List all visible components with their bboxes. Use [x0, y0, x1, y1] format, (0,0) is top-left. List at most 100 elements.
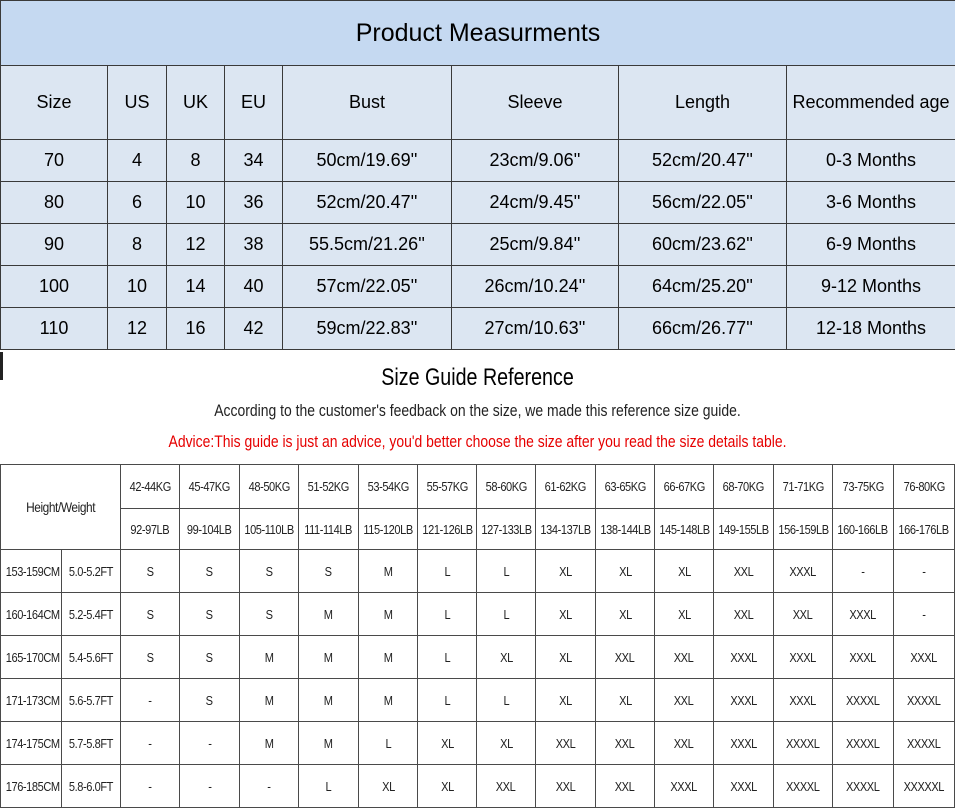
- size-cell: XL: [418, 765, 477, 808]
- column-header: Size: [1, 66, 108, 140]
- table-cell: 70: [1, 140, 108, 182]
- measurements-table: Product Measurments SizeUSUKEUBustSleeve…: [0, 0, 955, 350]
- size-cell: S: [121, 636, 180, 679]
- height-ft-cell: 5.8-6.0FT: [62, 765, 121, 808]
- size-cell: XXL: [536, 722, 596, 765]
- size-cell: M: [299, 679, 359, 722]
- size-cell-text: XXXXL: [907, 736, 941, 751]
- size-cell-text: -: [208, 779, 211, 794]
- size-cell: -: [894, 550, 955, 593]
- weight-kg-header: 51-52KG: [299, 465, 359, 509]
- size-cell: L: [477, 593, 536, 636]
- size-cell-text: S: [206, 607, 213, 622]
- size-cell: L: [477, 550, 536, 593]
- size-cell: S: [240, 593, 299, 636]
- height-weight-header: Height/Weight: [1, 465, 121, 550]
- size-cell-text: L: [444, 564, 450, 579]
- size-cell: S: [121, 550, 180, 593]
- size-cell: XXXXL: [833, 722, 894, 765]
- weight-lb-header: 149-155LB: [714, 509, 774, 550]
- table-cell: 0-3 Months: [787, 140, 955, 182]
- size-cell-text: XXXL: [790, 650, 817, 665]
- size-cell: M: [299, 593, 359, 636]
- weight-lb-row: 92-97LB99-104LB105-110LB111-114LB115-120…: [1, 509, 955, 550]
- size-cell-text: XL: [559, 650, 572, 665]
- size-cell: -: [121, 765, 180, 808]
- weight-kg-header-text: 42-44KG: [129, 479, 170, 494]
- size-cell-text: L: [326, 779, 332, 794]
- weight-lb-header-text: 111-114LB: [305, 522, 353, 537]
- height-ft-cell-text: 5.7-5.8FT: [69, 736, 113, 751]
- size-cell-text: S: [206, 693, 213, 708]
- size-cell-text: M: [324, 650, 333, 665]
- size-cell-text: XXXXL: [786, 779, 820, 794]
- size-cell-text: XXXXL: [846, 736, 880, 751]
- size-cell: M: [359, 679, 418, 722]
- table-cell: 12: [108, 308, 167, 350]
- weight-lb-header-text: 156-159LB: [778, 522, 828, 537]
- height-weight-header-text: Height/Weight: [26, 499, 95, 515]
- size-cell-text: L: [444, 650, 450, 665]
- size-cell-text: XL: [678, 564, 691, 579]
- size-cell: XXXXL: [894, 722, 955, 765]
- table-cell: 55.5cm/21.26'': [283, 224, 452, 266]
- weight-lb-header: 166-176LB: [894, 509, 955, 550]
- size-cell-text: XXL: [734, 564, 754, 579]
- size-cell: XL: [655, 593, 714, 636]
- size-cell-text: XXXXL: [846, 779, 880, 794]
- height-ft-cell: 5.0-5.2FT: [62, 550, 121, 593]
- table-cell: 9-12 Months: [787, 266, 955, 308]
- height-cm-cell-text: 165-170CM: [6, 650, 60, 665]
- size-cell: -: [121, 679, 180, 722]
- weight-lb-header-text: 166-176LB: [899, 522, 949, 537]
- size-cell: XXXXL: [833, 765, 894, 808]
- table-cell: 56cm/22.05'': [619, 182, 787, 224]
- size-cell-text: XXXL: [730, 693, 757, 708]
- weight-kg-header: 63-65KG: [596, 465, 655, 509]
- weight-lb-header: 121-126LB: [418, 509, 477, 550]
- size-cell: XXXL: [774, 679, 833, 722]
- size-cell-text: S: [147, 607, 154, 622]
- size-cell: XXXL: [833, 593, 894, 636]
- height-cm-cell: 176-185CM: [1, 765, 62, 808]
- height-ft-cell-text: 5.0-5.2FT: [69, 564, 113, 579]
- size-cell: XXXL: [894, 636, 955, 679]
- table-row: 160-164CM5.2-5.4FTSSSMMLLXLXLXLXXLXXLXXX…: [1, 593, 955, 636]
- table-cell: 10: [167, 182, 225, 224]
- table-row: 70483450cm/19.69''23cm/9.06''52cm/20.47'…: [1, 140, 955, 182]
- column-header: Recommended age: [787, 66, 955, 140]
- table-cell: 52cm/20.47'': [283, 182, 452, 224]
- size-cell-text: XXXL: [730, 736, 757, 751]
- size-cell-text: XL: [500, 736, 513, 751]
- weight-kg-header-text: 51-52KG: [308, 479, 349, 494]
- size-cell-text: XL: [678, 607, 691, 622]
- table-cell: 27cm/10.63'': [452, 308, 619, 350]
- size-cell-text: -: [922, 564, 925, 579]
- weight-lb-header-text: 134-137LB: [540, 522, 590, 537]
- weight-kg-header: 45-47KG: [180, 465, 240, 509]
- table-cell: 52cm/20.47'': [619, 140, 787, 182]
- weight-kg-header: 66-67KG: [655, 465, 714, 509]
- size-cell-text: XL: [619, 564, 632, 579]
- height-cm-cell-text: 153-159CM: [6, 564, 60, 579]
- table-cell: 4: [108, 140, 167, 182]
- size-cell: L: [418, 679, 477, 722]
- size-cell-text: L: [444, 607, 450, 622]
- table-cell: 26cm/10.24'': [452, 266, 619, 308]
- size-cell: XL: [536, 679, 596, 722]
- table-row: 171-173CM5.6-5.7FT-SMMMLLXLXLXXLXXXLXXXL…: [1, 679, 955, 722]
- height-cm-cell: 165-170CM: [1, 636, 62, 679]
- size-cell-text: XXL: [556, 779, 576, 794]
- size-cell: S: [299, 550, 359, 593]
- size-cell: XL: [359, 765, 418, 808]
- size-cell-text: -: [861, 564, 864, 579]
- weight-lb-header: 92-97LB: [121, 509, 180, 550]
- size-cell-text: XXL: [556, 736, 576, 751]
- size-cell-text: XXL: [674, 693, 694, 708]
- size-cell: L: [418, 636, 477, 679]
- weight-lb-header: 115-120LB: [359, 509, 418, 550]
- size-cell-text: -: [208, 736, 211, 751]
- size-cell: M: [359, 636, 418, 679]
- size-cell: M: [299, 722, 359, 765]
- size-cell: L: [299, 765, 359, 808]
